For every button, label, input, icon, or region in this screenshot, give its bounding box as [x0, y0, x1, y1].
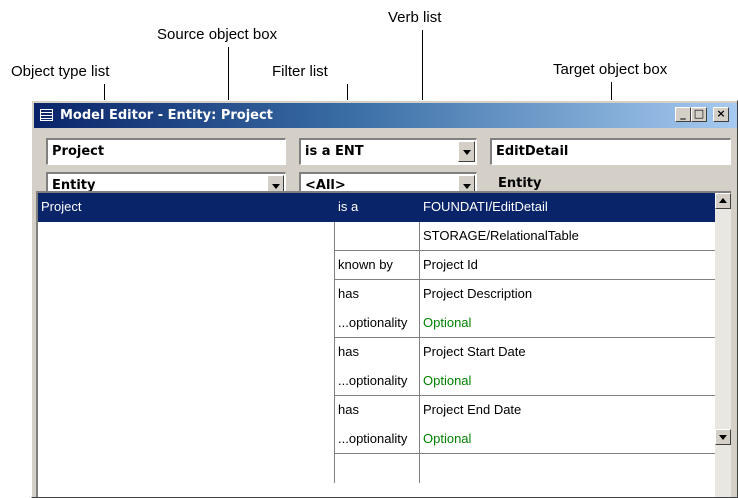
grid-source-cell[interactable]: [38, 425, 334, 454]
table-row[interactable]: known by Project Id: [38, 251, 724, 280]
maximize-button[interactable]: □: [691, 107, 707, 122]
grid-target-cell[interactable]: Optional: [419, 367, 724, 396]
grid-verb-cell[interactable]: is a: [334, 193, 419, 222]
grid-target-cell[interactable]: Project Description: [419, 280, 724, 309]
grid-verb-cell[interactable]: known by: [334, 251, 419, 280]
grid-source-cell[interactable]: [38, 280, 334, 309]
window-title: Model Editor - Entity: Project: [60, 108, 273, 123]
title-bar[interactable]: Model Editor - Entity: Project _ □ ×: [34, 103, 737, 128]
target-object-box[interactable]: EditDetail: [490, 138, 731, 165]
grid-target-cell[interactable]: STORAGE/RelationalTable: [419, 222, 724, 251]
scroll-up-icon[interactable]: [715, 193, 731, 209]
grid-source-cell[interactable]: Project: [38, 193, 334, 222]
scroll-down-icon[interactable]: [715, 429, 731, 445]
table-row[interactable]: STORAGE/RelationalTable: [38, 222, 724, 251]
grid-source-cell[interactable]: [38, 309, 334, 338]
grid-verb-cell[interactable]: [334, 454, 419, 483]
table-row[interactable]: [38, 454, 724, 483]
verb-list[interactable]: is a ENT: [299, 138, 477, 165]
source-object-box[interactable]: Project: [46, 138, 286, 165]
grid-verb-cell[interactable]: has: [334, 338, 419, 367]
callout-source-object-box: Source object box: [157, 26, 278, 43]
target-type-value: Entity: [498, 176, 542, 191]
relationship-grid[interactable]: Project is a FOUNDATI/EditDetail STORAGE…: [36, 191, 731, 497]
grid-source-cell[interactable]: [38, 396, 334, 425]
grid-source-cell[interactable]: [38, 367, 334, 396]
grid-verb-cell[interactable]: ...optionality: [334, 367, 419, 396]
table-row[interactable]: ...optionality Optional: [38, 309, 724, 338]
grid-verb-cell[interactable]: has: [334, 280, 419, 309]
callout-target-object-box: Target object box: [553, 61, 668, 78]
table-row[interactable]: has Project Start Date: [38, 338, 724, 367]
grid-target-cell[interactable]: Project Id: [419, 251, 724, 280]
callout-verb-list: Verb list: [388, 9, 442, 26]
grid-target-cell[interactable]: Project Start Date: [419, 338, 724, 367]
grid-target-cell[interactable]: FOUNDATI/EditDetail: [419, 193, 724, 222]
grid-target-cell[interactable]: [419, 454, 724, 483]
table-row[interactable]: Project is a FOUNDATI/EditDetail: [38, 193, 724, 222]
table-row[interactable]: has Project End Date: [38, 396, 724, 425]
grid-source-cell[interactable]: [38, 222, 334, 251]
grid-source-cell[interactable]: [38, 251, 334, 280]
grid-target-cell[interactable]: Project End Date: [419, 396, 724, 425]
grid-verb-cell[interactable]: ...optionality: [334, 309, 419, 338]
grid-verb-cell[interactable]: has: [334, 396, 419, 425]
vertical-scrollbar[interactable]: [715, 193, 731, 497]
model-editor-window: Model Editor - Entity: Project _ □ × Pro…: [31, 100, 738, 498]
minimize-button[interactable]: _: [675, 107, 691, 122]
table-row[interactable]: ...optionality Optional: [38, 425, 724, 454]
close-button[interactable]: ×: [713, 107, 729, 122]
window-icon[interactable]: [40, 109, 53, 121]
target-object-value: EditDetail: [496, 144, 569, 159]
grid-target-cell[interactable]: Optional: [419, 425, 724, 454]
grid-source-cell[interactable]: [38, 454, 334, 483]
chevron-down-icon[interactable]: [458, 141, 475, 162]
grid-verb-cell[interactable]: [334, 222, 419, 251]
callout-object-type-list: Object type list: [11, 63, 110, 80]
grid-verb-cell[interactable]: ...optionality: [334, 425, 419, 454]
grid-source-cell[interactable]: [38, 338, 334, 367]
table-row[interactable]: ...optionality Optional: [38, 367, 724, 396]
verb-value: is a ENT: [305, 144, 364, 159]
grid-target-cell[interactable]: Optional: [419, 309, 724, 338]
source-object-value: Project: [52, 144, 105, 159]
table-row[interactable]: has Project Description: [38, 280, 724, 309]
callout-filter-list: Filter list: [272, 63, 328, 80]
